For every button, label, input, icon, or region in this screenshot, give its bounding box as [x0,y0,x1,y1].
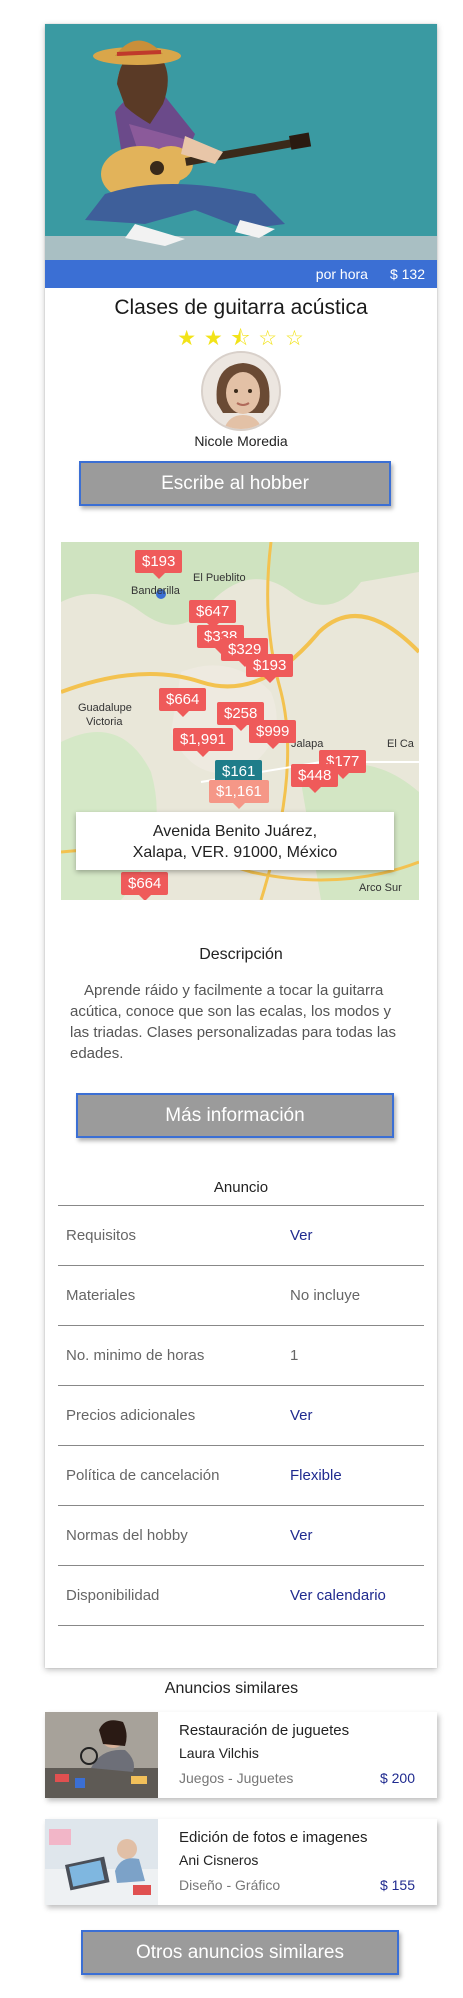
map-place-label: El Ca [387,738,414,750]
row-label: Disponibilidad [66,1587,160,1604]
table-row: Normas del hobby Ver [58,1506,424,1566]
announcement-table: Requisitos Ver Materiales No incluye No.… [58,1205,424,1626]
additional-prices-link[interactable]: Ver [290,1407,313,1424]
similar-ad-category: Diseño - Gráfico [179,1877,281,1893]
table-row: Precios adicionales Ver [58,1386,424,1446]
row-label: Materiales [66,1287,136,1304]
min-hours-value: 1 [290,1347,299,1364]
similar-ad-title: Edición de fotos e imagenes [179,1829,368,1846]
row-label: Requisitos [66,1227,137,1244]
similar-ad-card[interactable]: Edición de fotos e imagenes Ani Cisneros… [45,1819,437,1905]
map-place-label: Guadalupe [78,702,132,714]
map-price-marker[interactable]: $193 [246,654,294,683]
similar-ad-price: $ 155 [379,1877,415,1893]
map-place-label: Banderilla [131,585,180,597]
hobby-rules-link[interactable]: Ver [290,1527,313,1544]
map-price-marker[interactable]: $999 [249,720,297,749]
other-similar-ads-button[interactable]: Otros anuncios similares [81,1930,399,1975]
similar-ad-author: Ani Cisneros [179,1852,259,1868]
similar-ad-category: Juegos - Juguetes [179,1770,294,1786]
table-row: Disponibilidad Ver calendario [58,1566,424,1626]
similar-ad-author: Laura Vilchis [179,1745,259,1761]
hero-image [45,24,437,260]
requirements-link[interactable]: Ver [290,1227,313,1244]
announcement-title: Anuncio [213,1179,269,1196]
star-empty-icon: ☆ [284,327,305,350]
similar-ad-thumbnail [45,1819,158,1905]
map-price-marker[interactable]: $448 [291,764,339,793]
map-place-label: El Pueblito [193,572,246,584]
star-full-icon: ★ [203,327,224,350]
address-line-2: Xalapa, VER. 91000, México [132,844,338,861]
host-avatar[interactable] [201,351,281,431]
toy-restoration-photo-icon [45,1712,158,1798]
photo-editing-photo-icon [45,1819,158,1905]
description-text: Aprende ráido y facilmente a tocar la gu… [70,982,397,1062]
listing-title: Clases de guitarra acústica [114,296,368,319]
materials-value: No incluye [290,1287,361,1304]
star-empty-icon: ☆ [258,327,279,350]
map-place-label: Arco Sur [359,882,402,894]
price-value: $ 132 [389,266,425,282]
similar-ad-price: $ 200 [379,1770,415,1786]
description-title: Descripción [199,946,283,963]
similar-ads-title: Anuncios similares [164,1680,299,1697]
per-hour-label: por hora [315,266,368,282]
map-price-marker[interactable]: $193 [135,550,183,579]
more-info-button[interactable]: Más información [76,1093,394,1138]
star-full-icon: ★ [177,327,198,350]
map-price-marker[interactable]: $1,991 [173,728,233,757]
map-price-marker[interactable]: $647 [189,600,237,629]
table-row: No. minimo de horas 1 [58,1326,424,1386]
table-row: Requisitos Ver [58,1206,424,1266]
row-label: Política de cancelación [66,1467,220,1484]
guitarist-illustration [45,24,437,260]
table-row: Política de cancelación Flexible [58,1446,424,1506]
row-label: No. minimo de horas [66,1347,205,1364]
price-bar: por hora $ 132 [45,260,437,288]
host-name: Nicole Moredia [194,433,288,449]
map-place-label: Victoria [86,716,123,728]
host-photo-icon [203,353,279,429]
availability-calendar-link[interactable]: Ver calendario [290,1587,386,1604]
map-address-box: Avenida Benito Juárez, Xalapa, VER. 9100… [76,812,394,870]
address-line-1: Avenida Benito Juárez, [152,823,318,840]
location-map[interactable]: El Pueblito Banderilla Guadalupe Victori… [61,542,419,900]
similar-ad-card[interactable]: Restauración de juguetes Laura Vilchis J… [45,1712,437,1798]
table-row: Materiales No incluye [58,1266,424,1326]
listing-card: por hora $ 132 Clases de guitarra acústi… [45,24,437,1668]
map-price-marker[interactable]: $664 [121,872,169,900]
contact-hobber-button[interactable]: Escribe al hobber [79,461,391,506]
similar-ad-title: Restauración de juguetes [179,1722,350,1739]
row-label: Normas del hobby [66,1527,188,1544]
cancellation-policy-link[interactable]: Flexible [290,1467,342,1484]
row-label: Precios adicionales [66,1407,196,1424]
map-price-marker-selected[interactable]: $1,161 [209,780,269,809]
similar-ad-thumbnail [45,1712,158,1798]
map-price-marker[interactable]: $664 [159,688,207,717]
